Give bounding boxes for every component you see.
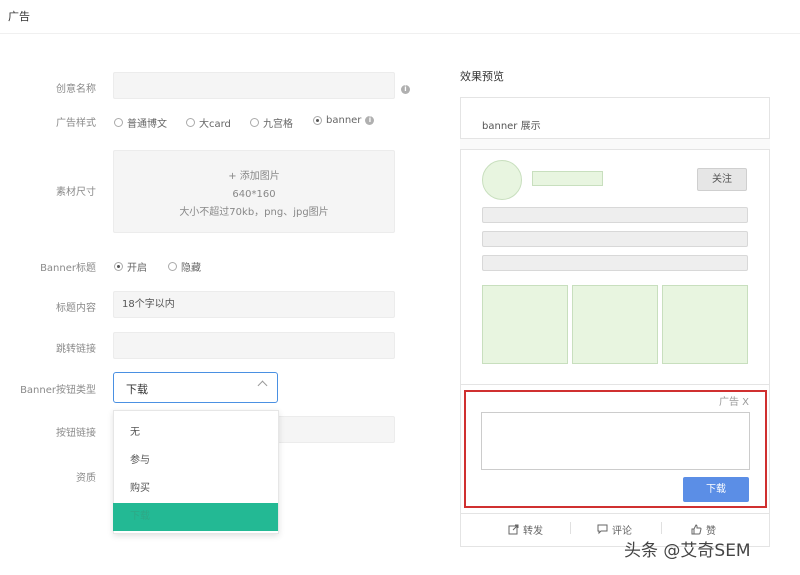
radio-icon — [168, 262, 177, 271]
image-upload-area[interactable]: + 添加图片 640*160 大小不超过70kb，png、jpg图片 — [113, 150, 395, 233]
radio-icon — [186, 118, 195, 127]
image-placeholder — [662, 285, 748, 364]
banner-info-icon[interactable]: i — [365, 116, 375, 125]
avatar — [482, 160, 522, 200]
banner-display-label: banner 展示 — [482, 121, 541, 132]
text-line-placeholder — [482, 231, 748, 247]
dropdown-option-buy[interactable]: 购买 — [113, 475, 278, 503]
radio-checked-icon — [114, 262, 123, 271]
title-content-label: 标题内容 — [56, 303, 96, 314]
chevron-up-icon — [257, 380, 268, 391]
ad-style-radio-banner[interactable]: banner i — [313, 115, 375, 126]
jump-link-label: 跳转链接 — [56, 344, 96, 355]
preview-title: 效果预览 — [460, 70, 504, 83]
add-image-label[interactable]: + 添加图片 — [114, 167, 394, 182]
button-link-input[interactable] — [270, 416, 395, 443]
creative-name-label: 创意名称 — [56, 84, 96, 95]
text-line-placeholder — [482, 255, 748, 271]
like-action[interactable]: 赞 — [691, 522, 716, 537]
image-placeholder — [572, 285, 658, 364]
qualification-label: 资质 — [76, 473, 96, 484]
radio-icon — [114, 118, 123, 127]
dropdown-option-join[interactable]: 参与 — [113, 447, 278, 475]
page-title: 广告 — [8, 10, 30, 23]
follow-button[interactable]: 关注 — [697, 168, 747, 191]
title-content-input[interactable]: 18个字以内 — [113, 291, 395, 318]
text-line-placeholder — [482, 207, 748, 223]
image-hint-text: 大小不超过70kb，png、jpg图片 — [179, 207, 329, 218]
ad-style-radio-grid[interactable]: 九宫格 — [250, 115, 293, 130]
button-type-select[interactable]: 下载 — [113, 372, 278, 403]
dropdown-option-none[interactable]: 无 — [113, 419, 278, 447]
radio-checked-icon — [313, 116, 322, 125]
dropdown-option-download[interactable]: 下载 — [113, 503, 278, 531]
comment-action[interactable]: 评论 — [597, 522, 632, 537]
banner-title-label: Banner标题 — [40, 263, 96, 274]
button-type-value: 下载 — [126, 383, 148, 396]
banner-title-radio-on[interactable]: 开启 — [114, 259, 147, 274]
banner-title-radio-off[interactable]: 隐藏 — [168, 259, 201, 274]
button-link-label: 按钮链接 — [56, 428, 96, 439]
radio-icon — [250, 118, 259, 127]
image-placeholder — [482, 285, 568, 364]
image-size-text: 640*160 — [232, 189, 276, 200]
download-button[interactable]: 下载 — [683, 477, 749, 502]
ad-style-radio-bigcard[interactable]: 大card — [186, 115, 231, 130]
share-action[interactable]: 转发 — [508, 522, 543, 537]
ad-close-label[interactable]: 广告 X — [719, 393, 749, 408]
share-icon — [508, 524, 519, 535]
creative-name-input[interactable] — [113, 72, 395, 99]
username-placeholder — [532, 171, 603, 186]
preview-divider — [460, 138, 770, 150]
ad-style-radio-normal[interactable]: 普通博文 — [114, 115, 167, 130]
divider — [460, 513, 770, 514]
material-size-label: 素材尺寸 — [56, 187, 96, 198]
banner-image-placeholder — [481, 412, 750, 470]
button-type-label: Banner按钮类型 — [20, 385, 96, 396]
action-separator — [661, 522, 662, 534]
page-header — [0, 0, 800, 34]
jump-link-input[interactable] — [113, 332, 395, 359]
divider — [460, 384, 770, 385]
thumbs-up-icon — [691, 524, 702, 535]
ad-style-label: 广告样式 — [56, 118, 96, 129]
action-separator — [570, 522, 571, 534]
creative-name-info-icon[interactable]: i — [401, 81, 410, 94]
watermark-text: 头条 @艾奇SEM — [624, 541, 751, 561]
comment-icon — [597, 524, 608, 535]
